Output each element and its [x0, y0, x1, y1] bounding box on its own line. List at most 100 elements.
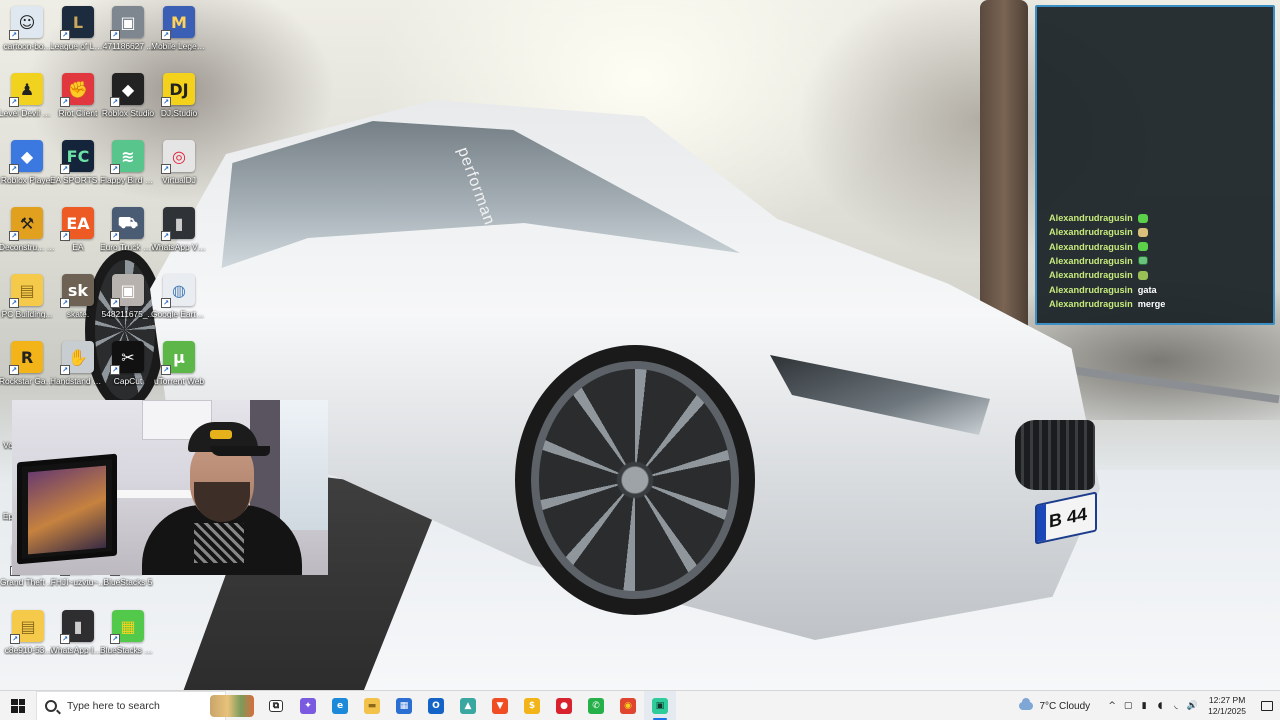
chat-message: Alexandrudragusin: [1049, 268, 1165, 282]
start-button[interactable]: [0, 691, 36, 720]
taskbar-copilot-button[interactable]: ✦: [292, 691, 324, 720]
chat-username: Alexandrudragusin: [1049, 241, 1133, 252]
store-icon: ▦: [396, 697, 412, 714]
desktop-icon-label: Rockstar Games ...: [0, 376, 55, 386]
app-icon: M ↗: [161, 6, 195, 40]
file-explorer-icon: ▬: [364, 697, 380, 714]
microphone-icon[interactable]: ▮: [1136, 691, 1152, 720]
shortcut-arrow-icon: ↗: [110, 164, 120, 174]
whatsapp-icon: ✆: [588, 697, 604, 714]
desktop-icon-label: BlueStacks Multi-Insta...: [100, 645, 156, 655]
desktop-icon-pc-building[interactable]: ▤ ↗ PC Building...: [0, 274, 55, 319]
taskbar-streamlabs-button[interactable]: ▣: [644, 690, 676, 720]
taskbar-photos-button[interactable]: ▲: [452, 691, 484, 720]
desktop-icon-cartoon-bo[interactable]: ☺ ↗ cartoon-bo...: [0, 6, 55, 51]
taskbar-clock[interactable]: 12:27 PM 12/1/2025: [1200, 695, 1254, 717]
desktop-icon-skate[interactable]: sk ↗ skate.: [50, 274, 106, 319]
desktop-icon-label: c8e910-53...: [4, 645, 52, 655]
shortcut-arrow-icon: ↗: [161, 231, 171, 241]
shortcut-arrow-icon: ↗: [110, 97, 120, 107]
weather-widget[interactable]: 7°C Cloudy: [1019, 698, 1091, 712]
wifi-icon[interactable]: ◟: [1168, 691, 1184, 720]
desktop-icon-whatsapp-image-2025[interactable]: ▮↗WhatsApp Image 2025-...: [50, 610, 106, 655]
search-highlight-image[interactable]: [210, 694, 254, 717]
app-icon: EA ↗: [60, 207, 94, 241]
taskbar-game-app-button[interactable]: $: [516, 691, 548, 720]
app-icon: ▮ ↗: [161, 207, 195, 241]
desktop-icon-google-earth-pro[interactable]: ◍↗Google Earth Pro: [151, 274, 207, 319]
shortcut-arrow-icon: ↗: [60, 164, 70, 174]
taskbar-edge-button[interactable]: e: [324, 691, 356, 720]
desktop-icon-label: League of Legends: [50, 41, 106, 51]
desktop-icon-471186627[interactable]: ▣ ↗ 471186627 ...: [100, 6, 156, 51]
desktop-icon-548211675[interactable]: ▣ ↗ 548211675_...: [100, 274, 156, 319]
taskbar-outlook-button[interactable]: O: [420, 691, 452, 720]
shortcut-arrow-icon: ↗: [10, 634, 20, 644]
clock-time: 12:27 PM: [1208, 695, 1246, 705]
shortcut-arrow-icon: ↗: [161, 298, 171, 308]
edge-icon: e: [332, 697, 348, 714]
taskbar-task-view-button[interactable]: ⧉: [260, 691, 292, 720]
desktop-icon-roblox-player[interactable]: ◆ ↗ Roblox Player: [0, 140, 55, 185]
desktop-icon-dj-studio[interactable]: DJ ↗ DJ.Studio: [151, 73, 207, 118]
desktop-icon-bluestacks-multi-insta[interactable]: ▦↗BlueStacks Multi-Insta...: [100, 610, 156, 655]
desktop-icon-deconstru-simulator[interactable]: ⚒↗Deconstru... Simulator ...: [0, 207, 55, 252]
desktop-icon-euro-truck-simulator[interactable]: ⛟↗Euro Truck Simulator...: [100, 207, 156, 252]
desktop-icon-label: WhatsApp Video 2025-...: [151, 242, 207, 252]
chat-text: merge: [1137, 298, 1166, 309]
app-icon: ▤ ↗: [10, 610, 44, 644]
game-app-icon: $: [524, 697, 540, 714]
desktop-icon-c8e910-53[interactable]: ▤ ↗ c8e910-53...: [0, 610, 56, 655]
show-hidden-icons[interactable]: ^: [1104, 691, 1120, 720]
desktop-icon-ea-sports-fc-24[interactable]: FC↗EA SPORTS FC™ 24: [50, 140, 106, 185]
app-icon: ✋ ↗: [60, 341, 94, 375]
weather-text: 7°C Cloudy: [1039, 700, 1091, 712]
desktop-icon-handstand-hank[interactable]: ✋↗Handstand Hank: [50, 341, 106, 386]
taskbar-record-app-button[interactable]: ●: [548, 691, 580, 720]
outlook-icon: O: [428, 697, 444, 714]
desktop-icon-label: EA: [72, 242, 84, 252]
taskbar-brave-button[interactable]: ▼: [484, 691, 516, 720]
desktop-icon-label: skate.: [66, 309, 90, 319]
desktop-icon-label: FHJI~uzvtu~...: [50, 577, 106, 587]
taskbar-store-button[interactable]: ▦: [388, 691, 420, 720]
shortcut-arrow-icon: ↗: [9, 97, 19, 107]
desktop-icon-mobile-legends-b[interactable]: M↗Mobile Legends B...: [151, 6, 207, 51]
desktop-icon-label: 471186627 ...: [102, 41, 154, 51]
taskbar-search[interactable]: [36, 690, 226, 720]
app-icon: sk ↗: [60, 274, 94, 308]
shortcut-arrow-icon: ↗: [161, 164, 171, 174]
desktop-icon-capcut[interactable]: ✂ ↗ CapCut: [100, 341, 156, 386]
desktop-icon-label: cartoon-bo...: [3, 41, 51, 51]
desktop-icon-whatsapp-video-2025[interactable]: ▮↗WhatsApp Video 2025-...: [151, 207, 207, 252]
desktop-icon-label: Flappy Bird Playgama...: [100, 175, 156, 185]
desktop-icon-flappy-bird-playgama[interactable]: ≋↗Flappy Bird Playgama...: [100, 140, 156, 185]
taskbar-whatsapp-button[interactable]: ✆: [580, 691, 612, 720]
notification-icon: [1261, 701, 1273, 711]
notification-center-button[interactable]: [1254, 691, 1280, 720]
webcam-monitor: [17, 453, 117, 565]
battery-icon[interactable]: ▢: [1120, 691, 1136, 720]
desktop-icon-rockstar-games[interactable]: R↗Rockstar Games ...: [0, 341, 55, 386]
taskbar-chrome-button[interactable]: ◉: [612, 691, 644, 720]
shortcut-arrow-icon: ↗: [9, 365, 19, 375]
green-emote-icon: [1137, 213, 1148, 223]
desktop-icon-level-devil-demo[interactable]: ♟↗Level Devil Demo: [0, 73, 55, 118]
desktop-icon-ea[interactable]: EA ↗ EA: [50, 207, 106, 252]
search-icon: [45, 699, 57, 712]
desktop-icon-label: Riot Client: [58, 108, 98, 118]
search-input[interactable]: [67, 699, 185, 712]
desktop-icon-label: Euro Truck Simulator...: [100, 242, 156, 252]
desktop-icon-utorrent-web[interactable]: µ ↗ uTorrent Web: [151, 341, 207, 386]
desktop-icon-virtualdj[interactable]: ◎ ↗ VirtualDJ: [151, 140, 207, 185]
windows-logo-icon: [11, 698, 25, 713]
wallpaper-car-grille: [1015, 420, 1095, 490]
desktop-icon-league-of-legends[interactable]: L↗League of Legends: [50, 6, 106, 51]
bluetooth-icon[interactable]: ◖: [1152, 691, 1168, 720]
shortcut-arrow-icon: ↗: [110, 231, 120, 241]
taskbar-file-explorer-button[interactable]: ▬: [356, 691, 388, 720]
desktop-icon-roblox-studio[interactable]: ◆ ↗ Roblox Studio: [100, 73, 156, 118]
desktop-icon-riot-client[interactable]: ✊ ↗ Riot Client: [50, 73, 106, 118]
volume-icon[interactable]: 🔊: [1184, 691, 1200, 720]
desktop-icon-label: Deconstru... Simulator ...: [0, 242, 55, 252]
